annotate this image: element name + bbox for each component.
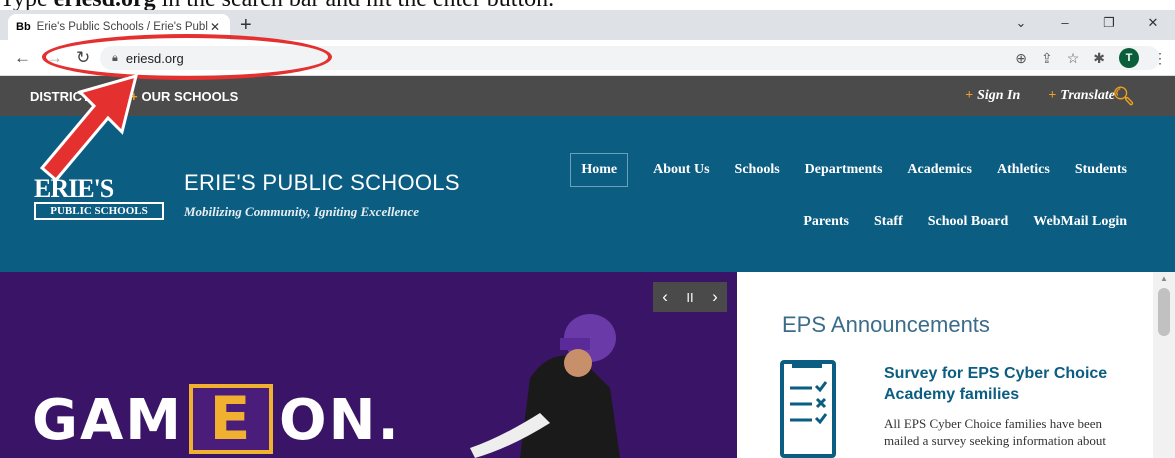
nav-staff[interactable]: Staff: [874, 214, 903, 230]
slider-controls: ‹ II ›: [653, 282, 727, 312]
extensions-icon[interactable]: ✱: [1093, 50, 1105, 67]
nav-about-us[interactable]: About Us: [653, 162, 709, 187]
slider-pause-icon[interactable]: II: [686, 290, 693, 305]
menu-dots-icon[interactable]: ⋮: [1153, 50, 1167, 67]
back-icon[interactable]: ←: [14, 48, 31, 68]
window-controls: ⌄ – ❐ ✕: [999, 10, 1175, 36]
nav-schools[interactable]: Schools: [735, 162, 780, 187]
share-icon[interactable]: ⇪: [1041, 50, 1053, 67]
nav-departments[interactable]: Departments: [805, 162, 883, 187]
sub-nav: Parents Staff School Board WebMail Login: [803, 214, 1127, 230]
slider-prev-icon[interactable]: ‹: [662, 287, 668, 307]
hero-headline: GAM E ON.: [32, 384, 401, 454]
sign-in-link[interactable]: + Sign In: [965, 88, 1020, 104]
scroll-up-icon[interactable]: ▲: [1160, 274, 1168, 283]
baseball-player-image: [470, 314, 620, 458]
scrollbar-thumb[interactable]: [1158, 288, 1170, 336]
close-window-icon[interactable]: ✕: [1131, 10, 1175, 36]
nav-parents[interactable]: Parents: [803, 214, 849, 230]
nav-webmail-login[interactable]: WebMail Login: [1033, 214, 1127, 230]
new-tab-icon[interactable]: +: [240, 14, 252, 36]
main-nav: Home About Us Schools Departments Academ…: [570, 153, 1127, 187]
plus-icon: +: [1048, 88, 1057, 103]
minimize-icon[interactable]: –: [1043, 10, 1087, 36]
toolbar-icons: ⊕ ⇪ ☆ ✱ T ⋮: [1015, 48, 1167, 68]
bookmark-star-icon[interactable]: ☆: [1067, 50, 1080, 67]
restore-icon[interactable]: ❐: [1087, 10, 1131, 36]
tab-search-icon[interactable]: ⌄: [999, 10, 1043, 36]
instruction-text: Type eriesd.org in the search bar and hi…: [0, 0, 554, 11]
nav-students[interactable]: Students: [1075, 162, 1127, 187]
translate-link[interactable]: + Translate: [1048, 88, 1115, 104]
search-icon[interactable]: 🔍︎: [1112, 86, 1135, 107]
annotation-arrow-icon: [39, 73, 139, 183]
logo-sub: PUBLIC SCHOOLS: [34, 202, 164, 220]
checklist-icon: [780, 360, 836, 458]
nav-academics[interactable]: Academics: [907, 162, 972, 187]
nav-home[interactable]: Home: [570, 153, 629, 187]
announcement-item-title[interactable]: Survey for EPS Cyber Choice Academy fami…: [884, 363, 1124, 405]
site-name: ERIE'S PUBLIC SCHOOLS: [184, 170, 460, 195]
profile-avatar[interactable]: T: [1119, 48, 1139, 68]
tab-favicon: Bb: [16, 21, 31, 33]
tab-title: Erie's Public Schools / Erie's Publ: [36, 21, 208, 33]
site-tagline: Mobilizing Community, Igniting Excellenc…: [184, 204, 419, 219]
nav-athletics[interactable]: Athletics: [997, 162, 1050, 187]
zoom-icon[interactable]: ⊕: [1015, 50, 1027, 67]
announcements-title: EPS Announcements: [782, 312, 990, 337]
tab-close-icon[interactable]: ✕: [208, 20, 222, 34]
announcement-item-body: All EPS Cyber Choice families have been …: [884, 416, 1107, 458]
nav-school-board[interactable]: School Board: [928, 214, 1009, 230]
slider-next-icon[interactable]: ›: [712, 287, 718, 307]
plus-icon: +: [965, 88, 974, 103]
page-scrollbar[interactable]: ▲: [1153, 272, 1175, 458]
